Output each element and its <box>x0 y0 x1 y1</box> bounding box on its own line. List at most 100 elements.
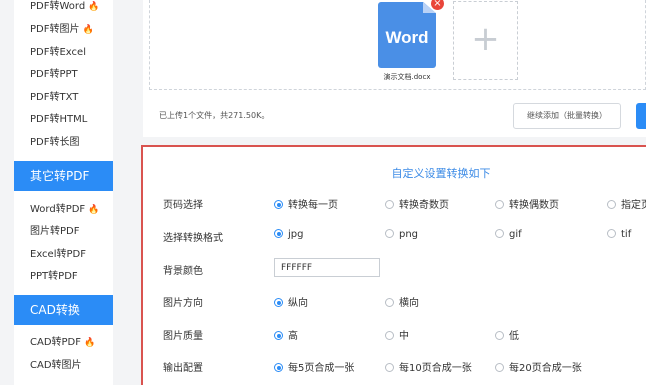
option-label: 转换奇数页 <box>399 200 449 211</box>
fire-icon: 🔥 <box>88 205 100 215</box>
radio-icon <box>495 200 504 209</box>
sidebar-item-label: Excel转PDF <box>30 249 86 260</box>
option-label: png <box>399 229 419 240</box>
sidebar-item-pdf-to-excel[interactable]: PDF转Excel <box>30 44 86 62</box>
radio-format-gif[interactable]: gif <box>495 229 522 240</box>
sidebar-item-pdf-to-ppt[interactable]: PDF转PPT <box>30 66 78 84</box>
sidebar-section-other-to-pdf[interactable]: 其它转PDF <box>14 161 113 191</box>
radio-quality-low[interactable]: 低 <box>495 327 519 342</box>
sidebar-item-label: PDF转TXT <box>30 92 79 103</box>
radio-convert-odd-pages[interactable]: 转换奇数页 <box>385 196 449 211</box>
upload-panel: Word × 演示文档.docx + 已上传1个文件，共271.50K。 继续添… <box>143 0 646 137</box>
radio-convert-every-page[interactable]: 转换每一页 <box>274 196 338 211</box>
bg-color-input[interactable] <box>274 258 380 277</box>
sidebar-item-pdf-to-txt[interactable]: PDF转TXT <box>30 89 78 107</box>
sidebar-item-label: CAD转PDF <box>30 337 82 348</box>
radio-icon <box>495 229 504 238</box>
option-label: 每20页合成一张 <box>509 363 582 374</box>
radio-convert-even-pages[interactable]: 转换偶数页 <box>495 196 559 211</box>
sidebar-item-label: PDF转PPT <box>30 69 78 80</box>
sidebar-item-excel-to-pdf[interactable]: Excel转PDF <box>30 246 86 264</box>
option-label: 每10页合成一张 <box>399 363 472 374</box>
sidebar-item-label: 图片转PDF <box>30 226 80 237</box>
option-label: tif <box>621 229 632 240</box>
radio-quality-high[interactable]: 高 <box>274 327 298 342</box>
radio-checked-icon <box>274 331 283 340</box>
sidebar-section-cad[interactable]: CAD转换 <box>14 295 113 325</box>
radio-format-png[interactable]: png <box>385 229 418 240</box>
settings-panel: 自定义设置转换如下 页码选择 转换每一页 转换奇数页 转换偶数页 指定页 选择转… <box>141 145 646 385</box>
radio-checked-icon <box>274 229 283 238</box>
start-convert-button[interactable] <box>636 103 646 129</box>
radio-merge-5-pages[interactable]: 每5页合成一张 <box>274 359 354 374</box>
orientation-label: 图片方向 <box>163 298 203 309</box>
sidebar-item-label: PDF转长图 <box>30 137 80 148</box>
sidebar-item-label: PDF转HTML <box>30 114 88 125</box>
radio-icon <box>607 229 616 238</box>
radio-format-tif[interactable]: tif <box>607 229 631 240</box>
radio-merge-20-pages[interactable]: 每20页合成一张 <box>495 359 582 374</box>
sidebar-item-ppt-to-pdf[interactable]: PPT转PDF <box>30 268 78 286</box>
option-label: 指定页 <box>621 200 646 211</box>
sidebar-item-label: CAD转图片 <box>30 360 82 371</box>
bg-color-label: 背景颜色 <box>163 266 203 277</box>
radio-format-jpg[interactable]: jpg <box>274 229 303 240</box>
option-label: 转换每一页 <box>288 200 338 211</box>
sidebar-item-cad-to-pdf[interactable]: CAD转PDF 🔥 <box>30 334 95 352</box>
sidebar-item-pdf-to-html[interactable]: PDF转HTML <box>30 111 87 129</box>
sidebar-item-pdf-to-image[interactable]: PDF转图片 🔥 <box>30 21 94 39</box>
fire-icon: 🔥 <box>84 338 96 348</box>
radio-icon <box>385 363 394 372</box>
sidebar-item-pdf-to-long-image[interactable]: PDF转长图 <box>30 134 79 152</box>
fire-icon: 🔥 <box>82 25 94 35</box>
radio-icon <box>495 363 504 372</box>
settings-title: 自定义设置转换如下 <box>391 167 491 180</box>
sidebar-item-cad-to-image[interactable]: CAD转图片 <box>30 357 82 375</box>
remove-file-icon[interactable]: × <box>431 0 444 10</box>
radio-quality-medium[interactable]: 中 <box>385 327 409 342</box>
sidebar-item-label: PPT转PDF <box>30 271 78 282</box>
sidebar-item-label: PDF转图片 <box>30 24 80 35</box>
radio-landscape[interactable]: 横向 <box>385 294 419 309</box>
radio-merge-10-pages[interactable]: 每10页合成一张 <box>385 359 472 374</box>
radio-checked-icon <box>274 363 283 372</box>
radio-icon <box>385 331 394 340</box>
sidebar-item-label: PDF转Excel <box>30 47 86 58</box>
radio-icon <box>495 331 504 340</box>
continue-add-button[interactable]: 继续添加（批量转换） <box>513 103 621 129</box>
output-config-label: 输出配置 <box>163 363 203 374</box>
option-label: gif <box>509 229 522 240</box>
plus-icon: + <box>471 19 500 59</box>
upload-status: 已上传1个文件，共271.50K。 <box>159 111 270 120</box>
radio-specific-pages[interactable]: 指定页 <box>607 196 646 211</box>
option-label: 纵向 <box>288 298 308 309</box>
radio-checked-icon <box>274 200 283 209</box>
format-label: 选择转换格式 <box>163 233 223 244</box>
radio-checked-icon <box>274 298 283 307</box>
radio-icon <box>385 298 394 307</box>
page-select-label: 页码选择 <box>163 200 203 211</box>
option-label: 转换偶数页 <box>509 200 559 211</box>
sidebar: PDF转Word 🔥 PDF转图片 🔥 PDF转Excel PDF转PPT PDF转… <box>14 0 113 385</box>
upload-dropzone[interactable]: Word × 演示文档.docx + <box>149 0 646 90</box>
option-label: 中 <box>399 331 409 342</box>
sidebar-item-label: PDF转Word <box>30 1 86 12</box>
file-name: 演示文档.docx <box>383 73 431 81</box>
option-label: 高 <box>288 331 298 342</box>
option-label: 每5页合成一张 <box>288 363 355 374</box>
radio-icon <box>385 200 394 209</box>
option-label: jpg <box>288 229 304 240</box>
radio-portrait[interactable]: 纵向 <box>274 294 308 309</box>
add-file-button[interactable]: + <box>453 1 518 80</box>
sidebar-item-image-to-pdf[interactable]: 图片转PDF <box>30 223 79 241</box>
sidebar-item-pdf-to-word[interactable]: PDF转Word 🔥 <box>30 0 99 16</box>
fire-icon: 🔥 <box>88 2 100 12</box>
option-label: 横向 <box>399 298 419 309</box>
radio-icon <box>607 200 616 209</box>
word-file-icon-label: Word <box>385 28 429 47</box>
quality-label: 图片质量 <box>163 331 203 342</box>
option-label: 低 <box>509 331 519 342</box>
radio-icon <box>385 229 394 238</box>
sidebar-item-word-to-pdf[interactable]: Word转PDF 🔥 <box>30 201 99 219</box>
sidebar-item-label: Word转PDF <box>30 204 86 215</box>
